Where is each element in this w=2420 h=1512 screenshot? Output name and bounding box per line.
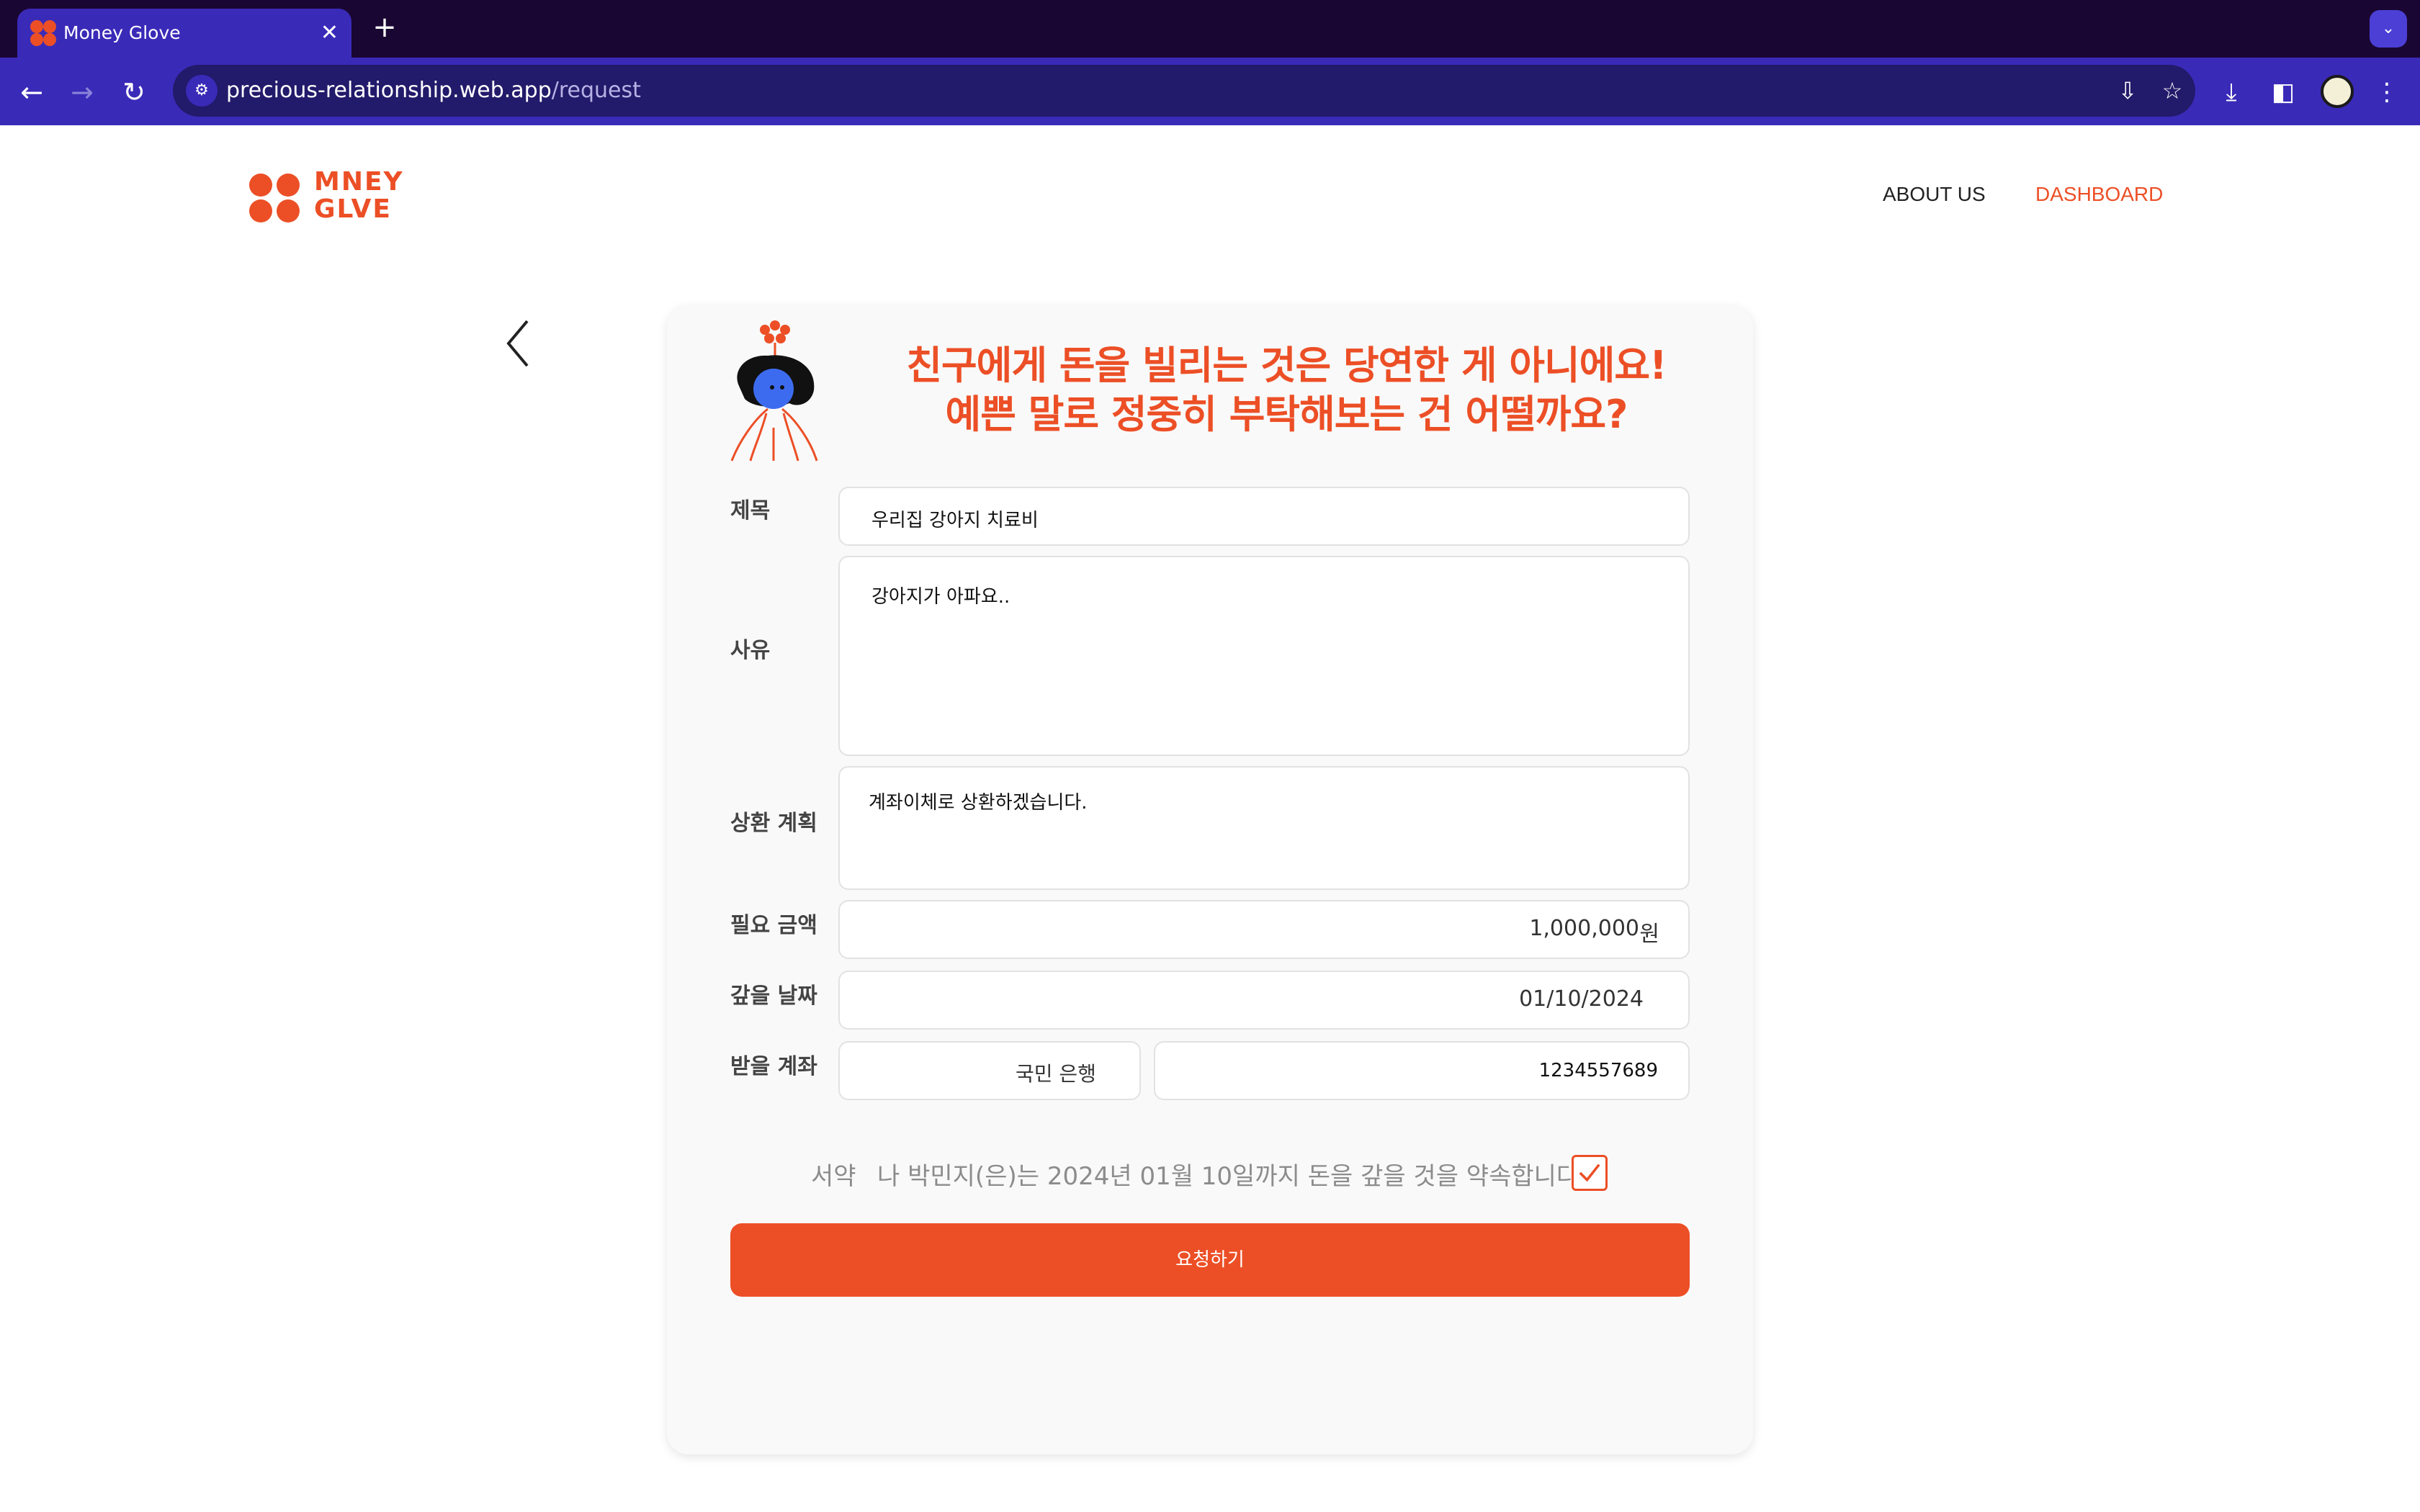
site-logo[interactable]: MNEY GLVE [246, 168, 434, 226]
nav-about-us[interactable]: ABOUT US [1883, 180, 1986, 209]
side-panel-icon[interactable]: ◧ [2263, 72, 2303, 112]
money-glove-favicon-icon [30, 20, 56, 46]
url-host: precious-relationship.web.app [226, 78, 552, 103]
url-path: /request [551, 78, 641, 103]
amount-input[interactable]: 1,000,000 원 [838, 900, 1690, 959]
title-input[interactable]: 우리집 강아지 치료비 [838, 487, 1690, 546]
page-content: MNEY GLVE ABOUT US DASHBOARD 친구에게 돈을 빌리는… [0, 125, 2420, 1512]
pledge-label: 서약 [811, 1162, 856, 1191]
reason-textarea[interactable]: 강아지가 아파요.. [838, 556, 1690, 756]
back-arrow-icon[interactable]: ← [12, 72, 52, 112]
tab-title: Money Glove [63, 22, 181, 43]
due-date-label: 갚을 날짜 [730, 984, 817, 1009]
url-text[interactable]: precious-relationship.web.app/request [226, 65, 641, 117]
checkmark-icon [1579, 1164, 1600, 1182]
address-bar[interactable]: ⚙ precious-relationship.web.app/request … [173, 65, 2195, 117]
browser-tab-active[interactable]: Money Glove ✕ [17, 9, 351, 59]
page-headline: 친구에게 돈을 빌리는 것은 당연한 게 아니에요! 예쁜 말로 정중히 부탁해… [897, 341, 1675, 439]
download-icon[interactable]: ⤓ [2211, 72, 2251, 112]
install-app-icon[interactable]: ⇩ [2110, 73, 2145, 108]
due-date-value: 01/10/2024 [1519, 986, 1644, 1012]
account-number-input[interactable]: 1234557689 [1154, 1041, 1690, 1100]
headline-line-2: 예쁜 말로 정중히 부탁해보는 건 어떨까요? [945, 392, 1628, 437]
logo-wordmark: MNEY GLVE [314, 168, 404, 223]
back-chevron-icon[interactable] [504, 318, 533, 369]
title-input-value: 우리집 강아지 치료비 [871, 510, 1039, 531]
browser-tab-strip: Money Glove ✕ + ⌄ [0, 0, 2420, 59]
due-date-input[interactable]: 01/10/2024 [838, 971, 1690, 1030]
nav-dashboard[interactable]: DASHBOARD [2035, 180, 2163, 209]
mascot-illustration [730, 320, 818, 462]
account-label: 받을 계좌 [730, 1054, 817, 1079]
new-tab-button[interactable]: + [364, 7, 405, 48]
repay-plan-textarea[interactable]: 계좌이체로 상환하겠습니다. [838, 766, 1690, 890]
reload-icon[interactable]: ↻ [114, 72, 154, 112]
amount-value: 1,000,000 [1529, 916, 1639, 941]
reason-label: 사유 [730, 638, 771, 663]
submit-request-button[interactable]: 요청하기 [730, 1223, 1690, 1297]
pledge-checkbox[interactable] [1572, 1155, 1608, 1191]
bookmark-star-icon[interactable]: ☆ [2155, 73, 2190, 108]
forward-arrow-icon[interactable]: → [62, 72, 102, 112]
repay-plan-label: 상환 계획 [730, 811, 817, 836]
tab-close-icon[interactable]: ✕ [321, 9, 339, 58]
title-label: 제목 [730, 498, 771, 523]
bank-select[interactable]: 국민 은행 [838, 1041, 1141, 1100]
headline-line-1: 친구에게 돈을 빌리는 것은 당연한 게 아니에요! [906, 343, 1667, 388]
amount-unit: 원 [1639, 922, 1659, 947]
repay-plan-value: 계좌이체로 상환하겠습니다. [869, 792, 1088, 814]
reason-textarea-value: 강아지가 아파요.. [871, 586, 1010, 608]
more-menu-icon[interactable]: ⋮ [2367, 72, 2407, 112]
profile-avatar[interactable] [2321, 75, 2354, 108]
amount-label: 필요 금액 [730, 913, 817, 938]
request-form-card: 친구에게 돈을 빌리는 것은 당연한 게 아니에요! 예쁜 말로 정중히 부탁해… [667, 305, 1753, 1454]
account-number-value: 1234557689 [1538, 1060, 1658, 1081]
pledge-text: 나 박민지(은)는 2024년 01월 10일까지 돈을 갚을 것을 약속합니다… [877, 1162, 1587, 1191]
browser-toolbar: ← → ↻ ⚙ precious-relationship.web.app/re… [0, 58, 2420, 125]
logo-line-1: MNEY [314, 167, 404, 197]
bank-select-value: 국민 은행 [1016, 1062, 1096, 1086]
logo-line-2: GLVE [314, 194, 392, 224]
logo-clover-icon [249, 174, 300, 222]
site-info-icon[interactable]: ⚙ [186, 75, 218, 107]
tab-search-chevron-icon[interactable]: ⌄ [2370, 10, 2407, 48]
